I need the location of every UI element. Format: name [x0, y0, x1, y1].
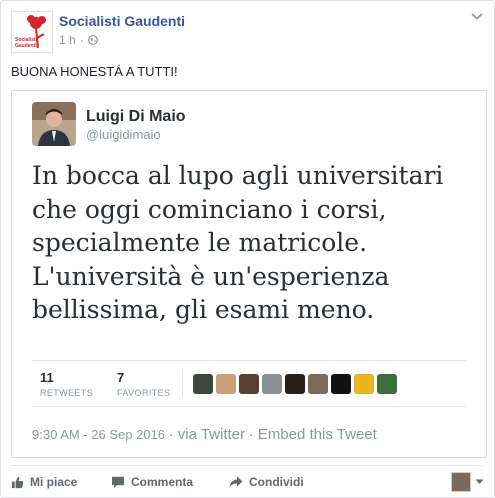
- caret-down-icon: [475, 479, 484, 484]
- favoriter-avatar: [331, 374, 351, 394]
- person-icon: [32, 102, 76, 146]
- post-text: BUONA HONESTÁ A TUTTI!: [11, 64, 178, 79]
- tweet-author-avatar: [32, 102, 76, 146]
- tweet-embed: · Embed this Tweet: [248, 426, 377, 443]
- tweet-text: In bocca al lupo agli universitari che o…: [32, 159, 482, 327]
- tweet-text-line: specialmente le matricole.: [32, 228, 368, 257]
- favoriter-avatar: [377, 374, 397, 394]
- favoriter-avatar: [262, 374, 282, 394]
- tweet-footer: 9:30 AM - 26 Sep 2016 · via Twitter · Em…: [32, 426, 377, 443]
- share-arrow-icon: [229, 476, 243, 488]
- post-time[interactable]: 1 h: [59, 33, 76, 47]
- stats-divider: [32, 360, 466, 361]
- tweet-text-line: L'università è un'esperienza: [32, 261, 390, 291]
- tweet-text-line: In bocca al lupo agli universitari: [32, 161, 444, 190]
- favorites-stat: 7 FAVORITES: [117, 370, 170, 398]
- like-button[interactable]: Mi piace: [11, 475, 77, 489]
- tweet-screenshot[interactable]: Luigi Di Maio @luigidimaio In bocca al l…: [11, 90, 487, 458]
- viewer-avatar: [451, 472, 471, 492]
- retweets-stat: 11 RETWEETS: [40, 370, 93, 398]
- post-as-selector[interactable]: [451, 472, 484, 492]
- post-card: Socialisti Gaudenti Socialisti Gaudenti …: [0, 0, 495, 498]
- thumbs-up-icon: [11, 476, 24, 488]
- comment-icon: [112, 476, 124, 488]
- favoriters-avatars: [193, 374, 397, 394]
- favoriter-avatar: [216, 374, 236, 394]
- tweet-timestamp: 9:30 AM - 26 Sep 2016: [32, 427, 165, 442]
- actions-divider: [11, 465, 484, 466]
- comment-label: Commenta: [131, 475, 194, 489]
- comment-button[interactable]: Commenta: [111, 475, 193, 489]
- globe-icon[interactable]: [87, 35, 98, 45]
- post-meta: 1 h ·: [59, 33, 98, 47]
- stats-vertical-divider: [182, 369, 183, 397]
- favorites-count: 7: [117, 370, 125, 385]
- tweet-text-line: che oggi cominciano i corsi,: [32, 194, 387, 224]
- retweets-count: 11: [40, 370, 54, 385]
- favoriter-avatar: [354, 374, 374, 394]
- chevron-down-icon[interactable]: [470, 11, 484, 21]
- favorites-label: FAVORITES: [117, 388, 171, 398]
- tweet-author-name: Luigi Di Maio: [86, 108, 186, 125]
- favoriter-avatar: [193, 374, 213, 394]
- page-avatar[interactable]: Socialisti Gaudenti: [11, 11, 53, 53]
- favoriter-avatar: [285, 374, 305, 394]
- meta-separator: ·: [79, 33, 84, 47]
- share-button[interactable]: Condividi: [229, 475, 304, 489]
- page-name-link[interactable]: Socialisti Gaudenti: [59, 13, 185, 29]
- favoriter-avatar: [239, 374, 259, 394]
- retweets-label: RETWEETS: [40, 388, 94, 398]
- page-logo-icon: Socialisti Gaudenti: [12, 12, 52, 52]
- tweet-text-line: bellissima, gli esami meno.: [32, 295, 375, 324]
- tweet-author-handle: @luigidimaio: [86, 127, 161, 142]
- footer-divider: [32, 406, 466, 407]
- tweet-via: · via Twitter: [168, 426, 246, 443]
- logo-text-2: Gaudenti: [15, 43, 37, 49]
- favoriter-avatar: [308, 374, 328, 394]
- share-label: Condividi: [249, 475, 304, 489]
- like-label: Mi piace: [30, 475, 78, 489]
